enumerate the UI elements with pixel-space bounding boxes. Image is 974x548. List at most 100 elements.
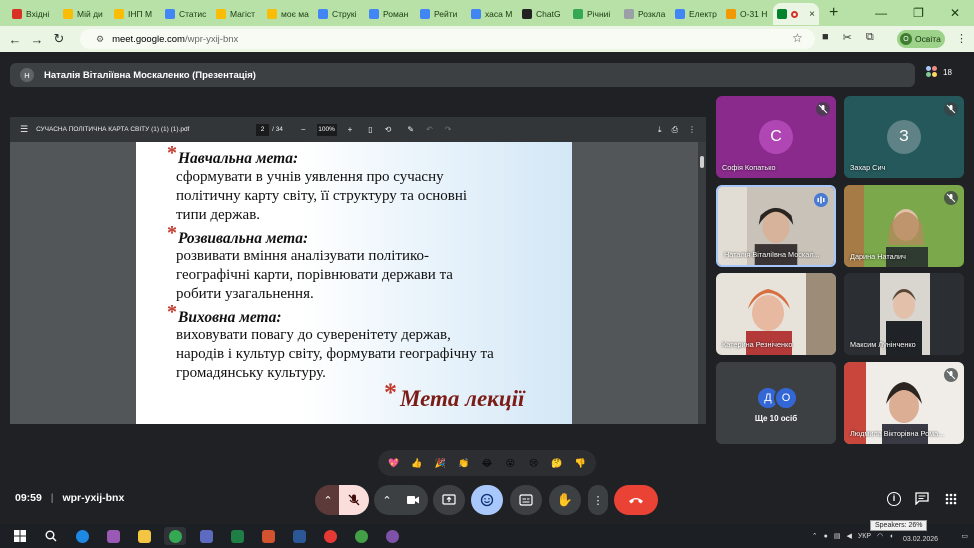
browser-tab[interactable]: Електр — [671, 3, 722, 25]
mic-toggle-button[interactable] — [339, 485, 369, 515]
camera-toggle-button[interactable] — [398, 485, 428, 515]
browser-tab[interactable]: Струкі — [314, 3, 365, 25]
puzzle-icon[interactable]: ⧉ — [866, 31, 874, 44]
browser-tab[interactable]: Мій ди — [59, 3, 110, 25]
browser-tab[interactable]: О-31 Н — [722, 3, 773, 25]
scrollbar-thumb[interactable] — [700, 156, 704, 168]
zoom-out-button[interactable]: − — [301, 125, 306, 134]
copilot-icon[interactable] — [102, 527, 124, 545]
app-icon[interactable] — [195, 527, 217, 545]
browser-tab[interactable]: моє ма — [263, 3, 314, 25]
raise-hand-button[interactable]: ✋ — [549, 485, 581, 515]
people-count-button[interactable]: 18 — [926, 66, 952, 78]
reload-icon[interactable]: ↻ — [48, 31, 70, 47]
powerpoint-icon[interactable] — [257, 527, 279, 545]
reaction-thumbs-up-button[interactable]: 👍 — [409, 455, 425, 471]
meeting-details-button[interactable]: i — [887, 492, 901, 506]
zoom-in-button[interactable]: + — [348, 125, 353, 134]
rotate-icon[interactable]: ⟲ — [385, 125, 392, 134]
chrome-icon[interactable] — [164, 527, 186, 545]
annotate-pen-icon[interactable]: ✎ — [407, 125, 414, 134]
participant-tile[interactable]: Людмила Вікторівна Рома... — [844, 362, 964, 444]
language-indicator[interactable]: УКР — [858, 533, 871, 540]
maximize-button[interactable]: ❐ — [913, 6, 924, 20]
viber-icon[interactable] — [381, 527, 403, 545]
extension-tools-icon[interactable]: ✂ — [843, 31, 852, 44]
leave-call-button[interactable] — [614, 485, 658, 515]
print-icon[interactable]: ⎙ — [672, 125, 678, 135]
system-date[interactable]: 03.02.2026 — [903, 536, 938, 543]
edge-icon[interactable] — [71, 527, 93, 545]
close-window-button[interactable]: ✕ — [950, 6, 960, 20]
captions-button[interactable] — [510, 485, 542, 515]
profile-chip[interactable]: О Освіта — [897, 30, 945, 48]
start-windows-icon[interactable] — [9, 527, 31, 545]
participant-tile[interactable]: З Захар Сич — [844, 96, 964, 178]
search-icon[interactable] — [40, 527, 62, 545]
address-bar[interactable]: ⚙ meet.google.com/wpr-yxij-bnx — [80, 29, 815, 49]
forward-arrow-icon[interactable]: → — [26, 32, 48, 47]
participant-tile[interactable]: Катерина Резніченко — [716, 273, 836, 355]
browser-tab[interactable]: Розкла — [620, 3, 671, 25]
pdf-menu-icon[interactable]: ☰ — [20, 124, 28, 135]
page-number-input[interactable]: 2 — [256, 123, 270, 136]
more-options-icon[interactable]: ⋮ — [688, 125, 696, 135]
emoji-reactions-button[interactable] — [471, 485, 503, 515]
word-icon[interactable] — [288, 527, 310, 545]
activities-button[interactable] — [944, 492, 958, 509]
mic-options-button[interactable]: ⌃ — [315, 485, 341, 515]
browser-tab[interactable]: ІНП М — [110, 3, 161, 25]
reaction-surprised-button[interactable]: 😮 — [502, 455, 518, 471]
browser-tab[interactable]: ChatG — [518, 3, 569, 25]
fit-page-icon[interactable]: ▯ — [368, 125, 372, 134]
undo-icon[interactable]: ↶ — [426, 125, 433, 134]
chat-button[interactable] — [915, 492, 929, 508]
browser-tab[interactable]: Вхідні — [8, 3, 59, 25]
participant-tile[interactable]: С Софія Копатько — [716, 96, 836, 178]
opera-icon[interactable] — [319, 527, 341, 545]
browser-tab[interactable]: Магіст — [212, 3, 263, 25]
reaction-thumbs-down-button[interactable]: 👎 — [572, 455, 588, 471]
notifications-icon[interactable]: ▭ — [961, 532, 968, 540]
reaction-sad-button[interactable]: 😢 — [526, 455, 542, 471]
browser-tab[interactable]: хаса М — [467, 3, 518, 25]
file-explorer-icon[interactable] — [133, 527, 155, 545]
download-icon[interactable]: ⤓ — [658, 125, 662, 135]
microphone-icon[interactable]: ● — [824, 533, 828, 540]
reaction-laugh-button[interactable]: 😂 — [479, 455, 495, 471]
close-tab-icon[interactable]: × — [809, 9, 815, 20]
back-arrow-icon[interactable]: ← — [4, 32, 26, 47]
redo-icon[interactable]: ↷ — [445, 125, 452, 134]
browser-menu-icon[interactable]: ⋮ — [956, 32, 967, 45]
pdf-scrollbar[interactable] — [698, 142, 706, 424]
reaction-party-button[interactable]: 🎉 — [432, 455, 448, 471]
participant-tile[interactable]: Дарина Наталич — [844, 185, 964, 267]
chevron-up-icon[interactable]: ⌃ — [812, 532, 818, 540]
browser-tab[interactable]: Роман — [365, 3, 416, 25]
chrome-profile-icon[interactable] — [350, 527, 372, 545]
new-tab-button[interactable]: + — [829, 4, 838, 22]
camera-options-button[interactable]: ⌃ — [374, 485, 400, 515]
network-icon[interactable]: ▤ — [834, 532, 841, 540]
excel-icon[interactable] — [226, 527, 248, 545]
browser-tab[interactable]: Річниі — [569, 3, 620, 25]
zoom-level-input[interactable]: 100% — [316, 123, 337, 136]
participant-tile[interactable]: Максим Лунінченко — [844, 273, 964, 355]
extension-icon[interactable]: ■ — [822, 31, 829, 44]
reaction-thinking-button[interactable]: 🤔 — [549, 455, 565, 471]
site-info-icon[interactable]: ⚙ — [96, 34, 104, 45]
present-screen-button[interactable] — [433, 485, 465, 515]
participant-tile-speaking[interactable]: Наталія Віталіївна Москал... — [716, 185, 836, 267]
speaker-icon[interactable]: ◀ — [846, 532, 851, 540]
browser-tab[interactable]: Статис — [161, 3, 212, 25]
bookmark-star-icon[interactable]: ☆ — [792, 31, 803, 45]
reaction-heart-button[interactable]: 💖 — [386, 455, 402, 471]
volume-icon[interactable]: ◖ — [889, 533, 893, 540]
minimize-button[interactable]: — — [875, 6, 887, 20]
more-options-button[interactable]: ⋮ — [588, 485, 608, 515]
reaction-clap-button[interactable]: 👏 — [456, 455, 472, 471]
more-participants-tile[interactable]: Д О Ще 10 осіб — [716, 362, 836, 444]
browser-tab[interactable]: Рейти — [416, 3, 467, 25]
browser-tab-active-meet[interactable]: × — [773, 3, 819, 25]
wifi-icon[interactable]: ◠ — [877, 532, 883, 540]
